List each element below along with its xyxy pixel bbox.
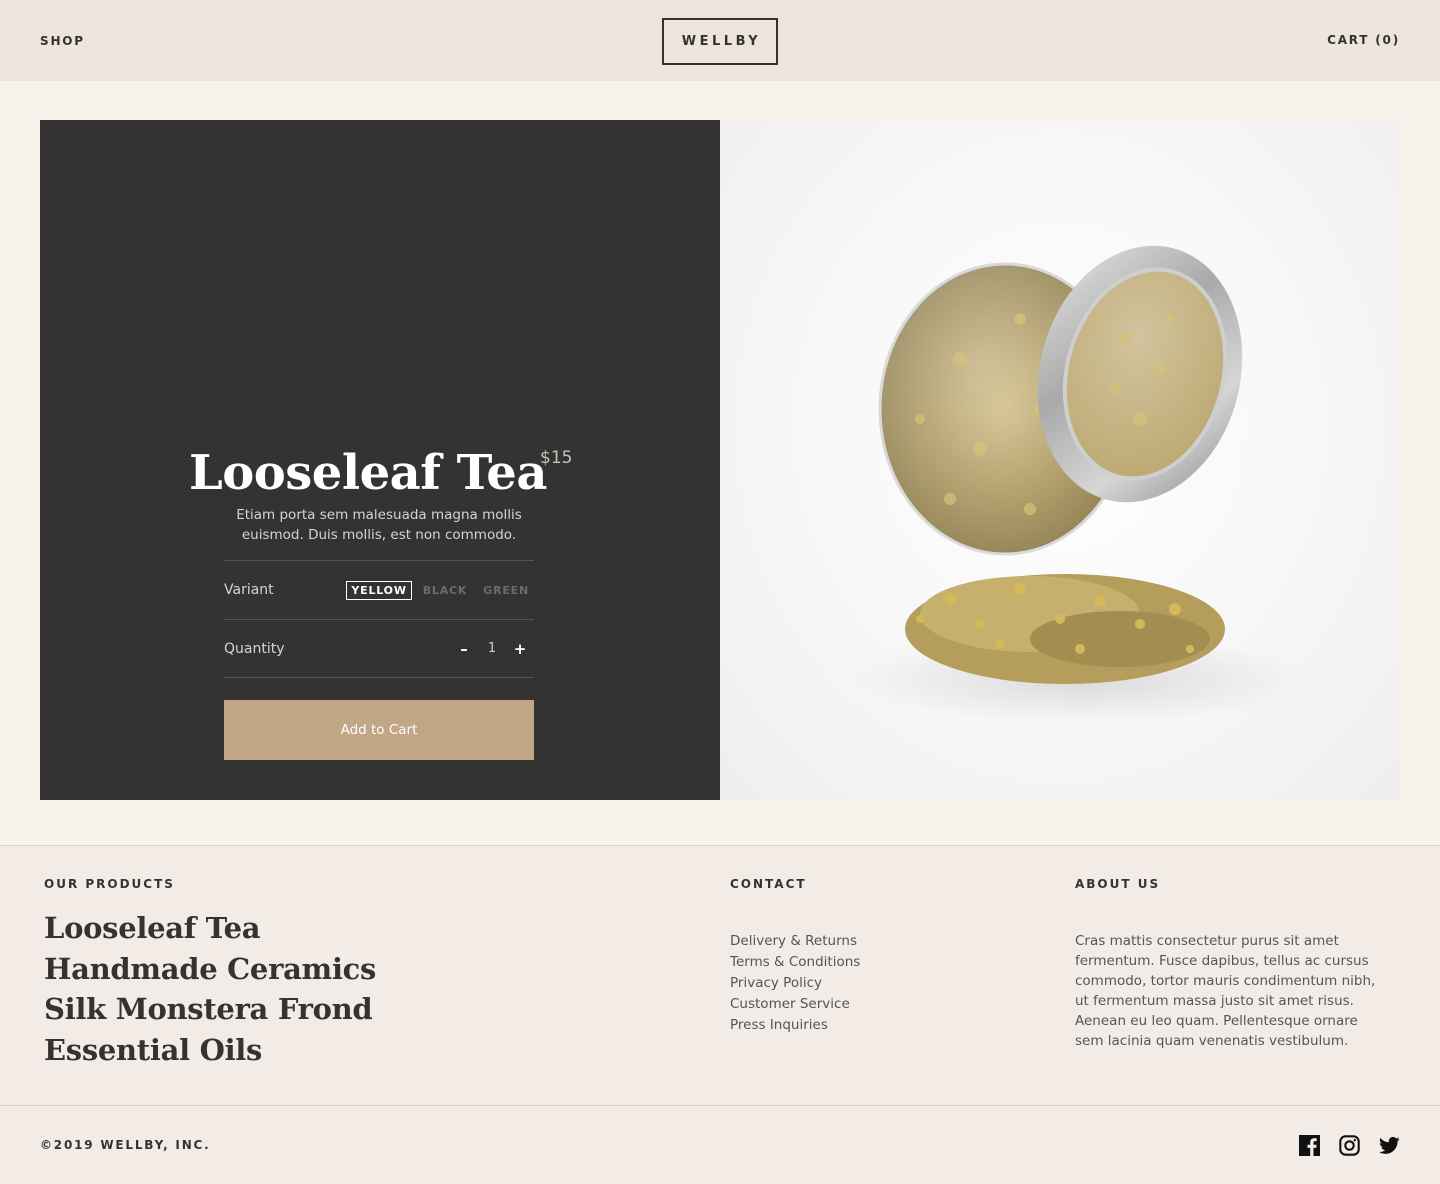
- footer-contact-list: Delivery & Returns Terms & Conditions Pr…: [730, 931, 860, 1036]
- footer-product-list: Looseleaf Tea Handmade Ceramics Silk Mon…: [44, 908, 376, 1070]
- shop-link[interactable]: SHOP: [40, 34, 85, 48]
- footer-about-heading: ABOUT US: [1075, 877, 1161, 891]
- instagram-icon[interactable]: [1339, 1135, 1360, 1156]
- variant-option-yellow[interactable]: YELLOW: [346, 580, 412, 600]
- footer-contact-link[interactable]: Customer Service: [730, 994, 860, 1015]
- variant-row: Variant YELLOW BLACK GREEN: [224, 560, 534, 619]
- footer-bottom-bar: ©2019 WELLBY, INC.: [0, 1105, 1440, 1184]
- footer-products-heading: OUR PRODUCTS: [44, 877, 175, 891]
- variant-selector: YELLOW BLACK GREEN: [346, 580, 534, 600]
- product-image: [720, 119, 1400, 800]
- product-panel: Looseleaf Tea $15 Etiam porta sem malesu…: [40, 120, 720, 800]
- footer-contact-link[interactable]: Privacy Policy: [730, 973, 860, 994]
- variant-option-black[interactable]: BLACK: [418, 581, 473, 600]
- quantity-label: Quantity: [224, 640, 285, 657]
- footer-product-link[interactable]: Looseleaf Tea: [44, 908, 376, 949]
- twitter-icon[interactable]: [1379, 1135, 1400, 1156]
- facebook-icon[interactable]: [1299, 1135, 1320, 1156]
- footer-about-text: Cras mattis consectetur purus sit amet f…: [1075, 933, 1376, 1049]
- quantity-row: Quantity – 1 +: [224, 619, 534, 678]
- site-header: SHOP WELLBY CART (0): [0, 0, 1440, 81]
- brand-logo[interactable]: WELLBY: [662, 18, 778, 65]
- variant-option-green[interactable]: GREEN: [478, 581, 534, 600]
- variant-label: Variant: [224, 582, 274, 598]
- footer-product-link[interactable]: Handmade Ceramics: [44, 949, 376, 990]
- footer-contact-link[interactable]: Delivery & Returns: [730, 931, 860, 952]
- product-title: Looseleaf Tea: [189, 445, 547, 501]
- quantity-decrement-button[interactable]: –: [450, 640, 478, 658]
- copyright-text: ©2019 WELLBY, INC.: [40, 1138, 211, 1152]
- quantity-stepper: – 1 +: [450, 640, 534, 658]
- footer-product-link[interactable]: Silk Monstera Frond: [44, 989, 376, 1030]
- cart-link[interactable]: CART (0): [1327, 33, 1400, 47]
- footer-contact-heading: CONTACT: [730, 877, 807, 891]
- footer-contact-link[interactable]: Press Inquiries: [730, 1015, 860, 1036]
- quantity-value: 1: [487, 641, 497, 656]
- footer-product-link[interactable]: Essential Oils: [44, 1030, 376, 1071]
- add-to-cart-button[interactable]: Add to Cart: [224, 700, 534, 760]
- product-price: $15: [540, 448, 573, 468]
- product-description: Etiam porta sem malesuada magna mollis e…: [236, 507, 522, 543]
- footer-contact-link[interactable]: Terms & Conditions: [730, 952, 860, 973]
- tea-jar-image: [850, 245, 1310, 724]
- quantity-increment-button[interactable]: +: [506, 640, 534, 658]
